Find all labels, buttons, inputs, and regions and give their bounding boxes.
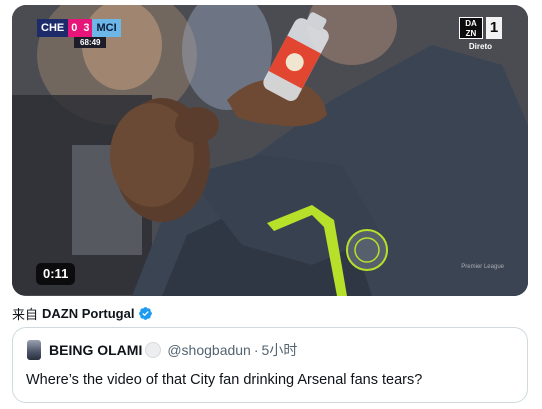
channel-number: 1 [486,17,502,39]
separator-dot: · [253,342,259,358]
broadcaster-logo: DA ZN 1 [459,17,502,39]
away-goals: 3 [80,19,93,37]
video-player[interactable]: CHE 0 3 MCI 68:49 DA ZN 1 Direto Premier … [12,5,528,296]
quoted-post-card[interactable]: BEING OLAMI @shogbadun · 5小时 Where’s the… [12,327,528,403]
dazn-logo: DA ZN [459,17,483,39]
quoted-post-text: Where’s the video of that City fan drink… [26,372,423,388]
quoted-display-name[interactable]: BEING OLAMI [49,342,142,358]
match-clock: 68:49 [74,37,107,48]
quoted-timestamp[interactable]: 5小时 [262,340,298,360]
scoreboard: CHE 0 3 MCI [37,19,121,37]
away-team: MCI [92,19,121,37]
league-watermark: Premier League [461,264,504,270]
home-goals: 0 [68,19,81,37]
source-prefix: 来自 [12,306,39,322]
video-duration: 0:11 [36,263,76,285]
video-frame [12,5,528,296]
live-status: Direto [468,42,492,51]
home-team: CHE [37,19,69,37]
quoted-handle[interactable]: @shogbadun [167,342,251,358]
quoted-post-header: BEING OLAMI @shogbadun · 5小时 [27,340,297,360]
source-attribution[interactable]: 来自 DAZN Portugal [12,304,153,322]
profile-badge-icon [145,342,162,358]
avatar[interactable] [27,340,41,360]
verified-badge-icon [139,306,153,320]
source-account-link[interactable]: DAZN Portugal [42,306,134,321]
